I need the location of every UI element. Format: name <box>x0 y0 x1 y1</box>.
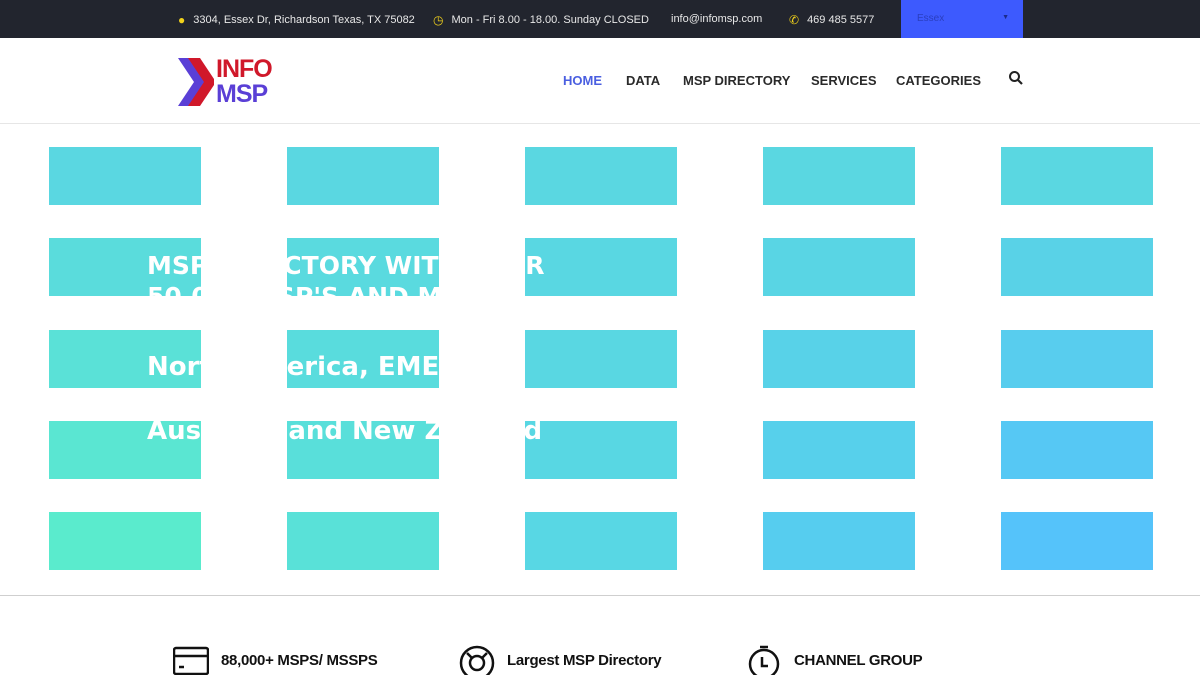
hero-background-tile <box>763 147 915 205</box>
hero-background-tile <box>1001 330 1153 388</box>
location-select-value: Essex <box>917 13 945 24</box>
logo[interactable]: INFO MSP <box>178 57 278 107</box>
hero-background-tile <box>525 512 677 570</box>
hero-background-tile <box>525 147 677 205</box>
logo-text-msp: MSP <box>216 80 268 108</box>
chevron-down-icon: ▼ <box>1002 14 1009 21</box>
hero-section: MSP DIRECTORY WITH OVER 50,000 MSP'S AND… <box>0 124 1200 596</box>
card-icon <box>173 646 209 675</box>
hero-background-tile <box>49 512 201 570</box>
hero-subtitle-line1: North America, EMEA, <box>147 352 470 382</box>
hero-background-tile <box>525 330 677 388</box>
hero-title-line1: MSP DIRECTORY WITH OVER <box>147 251 545 280</box>
hero-background-tile <box>763 421 915 479</box>
nav-home[interactable]: HOME <box>563 73 602 88</box>
hours: ◷ Mon - Fri 8.00 - 18.00. Sunday CLOSED <box>433 13 649 27</box>
hours-text: Mon - Fri 8.00 - 18.00. Sunday CLOSED <box>451 14 649 26</box>
hero-background-tile <box>1001 238 1153 296</box>
hero-background-tile <box>1001 147 1153 205</box>
hero-background-tile <box>763 330 915 388</box>
hero-subtitle-line2: Australia and New Zealand <box>147 416 543 446</box>
hero-background-tile <box>525 238 677 296</box>
feature-largest-directory: Largest MSP Directory <box>459 645 662 675</box>
hero-background-tile <box>525 421 677 479</box>
email-link[interactable]: info@infomsp.com <box>671 13 762 25</box>
hero-background-tile <box>49 147 201 205</box>
lifebuoy-icon <box>459 645 495 675</box>
feature-label: Largest MSP Directory <box>507 651 662 669</box>
logo-chevron-icon <box>178 58 214 106</box>
address: ● 3304, Essex Dr, Richardson Texas, TX 75… <box>178 13 415 27</box>
nav-categories[interactable]: CATEGORIES <box>896 73 981 88</box>
email[interactable]: info@infomsp.com <box>671 13 762 25</box>
feature-label: CHANNEL GROUP <box>794 651 923 669</box>
logo-text-info: INFO <box>216 55 273 83</box>
hero-title-line2: 50,000 MSP'S AND MSSP'S <box>147 282 522 311</box>
map-pin-icon: ● <box>178 13 186 27</box>
clock-icon: ◷ <box>433 13 444 27</box>
stopwatch-icon <box>748 645 780 675</box>
hero-background-tile <box>287 147 439 205</box>
feature-msps: 88,000+ MSPS/ MSSPS <box>173 645 378 675</box>
phone-icon: ✆ <box>789 13 800 27</box>
phone[interactable]: ✆ 469 485 5577 <box>789 13 874 27</box>
address-text: 3304, Essex Dr, Richardson Texas, TX 750… <box>193 14 415 26</box>
header: INFO MSP HOME DATA MSP DIRECTORY SERVICE… <box>0 38 1200 124</box>
location-select[interactable]: Essex ▼ <box>901 0 1023 38</box>
feature-label: 88,000+ MSPS/ MSSPS <box>221 651 378 669</box>
hero-background-tile <box>1001 512 1153 570</box>
feature-channel-group: CHANNEL GROUP <box>746 645 923 675</box>
hero-background-tile <box>763 238 915 296</box>
nav-data[interactable]: DATA <box>626 73 660 88</box>
hero-background-tile <box>1001 421 1153 479</box>
hero-background-tile <box>763 512 915 570</box>
phone-link[interactable]: 469 485 5577 <box>807 14 874 26</box>
nav-msp-directory[interactable]: MSP DIRECTORY <box>683 73 790 88</box>
nav-services[interactable]: SERVICES <box>811 73 877 88</box>
search-icon[interactable] <box>1008 70 1024 86</box>
hero-background-tile <box>287 512 439 570</box>
top-bar: ● 3304, Essex Dr, Richardson Texas, TX 75… <box>0 0 1200 38</box>
